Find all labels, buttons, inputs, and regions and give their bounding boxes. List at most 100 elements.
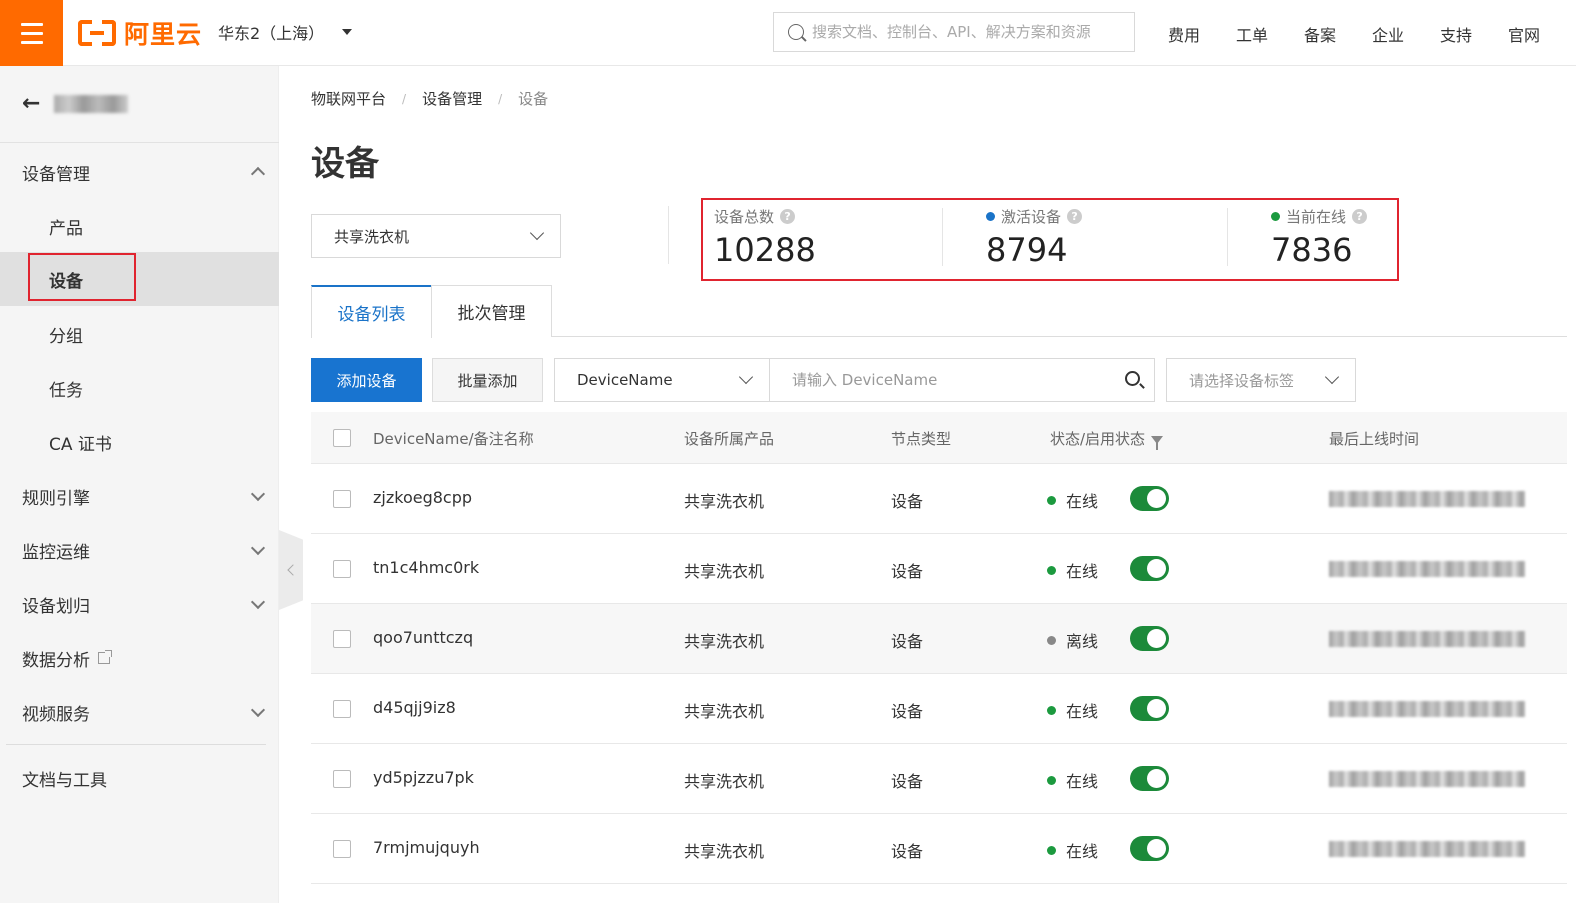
- stat-label: 当前在线: [1286, 208, 1347, 226]
- nav-support[interactable]: 支持: [1440, 22, 1508, 46]
- search-icon[interactable]: [1125, 371, 1140, 386]
- sidebar-group-docs-tools[interactable]: 文档与工具: [0, 751, 279, 805]
- enable-toggle[interactable]: [1130, 486, 1169, 511]
- sidebar-item-label: 任务: [49, 380, 83, 401]
- sidebar-item-products[interactable]: 产品: [0, 199, 279, 253]
- enable-toggle[interactable]: [1130, 696, 1169, 721]
- instance-name-redacted: [54, 94, 129, 113]
- top-bar: 阿里云 华东2（上海） 费用 工单 备案 企业 支持 官网: [0, 0, 1576, 66]
- enable-toggle[interactable]: [1130, 836, 1169, 861]
- table-header: DeviceName/备注名称 设备所属产品 节点类型 状态/启用状态 最后上线…: [311, 412, 1567, 464]
- chevron-down-icon: [250, 702, 266, 718]
- stat-label: 设备总数: [714, 208, 775, 226]
- product-link[interactable]: 共享洗衣机: [684, 698, 764, 722]
- device-name-link[interactable]: qoo7unttczq: [373, 628, 473, 647]
- node-type: 设备: [891, 702, 924, 721]
- device-search[interactable]: [769, 358, 1155, 402]
- device-name-link[interactable]: yd5pjzzu7pk: [373, 768, 474, 787]
- product-select-value: 共享洗衣机: [334, 227, 410, 246]
- filter-icon[interactable]: [1151, 435, 1164, 450]
- status-badge: 离线: [1047, 628, 1098, 652]
- top-nav: 费用 工单 备案 企业 支持 官网: [1168, 22, 1576, 46]
- row-checkbox[interactable]: [333, 770, 351, 788]
- sidebar-group-label: 数据分析: [22, 650, 90, 671]
- status-badge: 在线: [1047, 558, 1098, 582]
- page-title: 设备: [311, 144, 379, 184]
- enable-toggle[interactable]: [1130, 556, 1169, 581]
- sidebar-item-label: 产品: [49, 218, 83, 239]
- nav-billing[interactable]: 费用: [1168, 22, 1236, 46]
- help-icon[interactable]: ?: [780, 209, 796, 224]
- aliyun-logo[interactable]: 阿里云: [78, 16, 202, 50]
- product-link[interactable]: 共享洗衣机: [684, 768, 764, 792]
- nav-tickets[interactable]: 工单: [1236, 22, 1304, 46]
- chevron-down-icon: [250, 594, 266, 610]
- column-header-status: 状态/启用状态: [1050, 428, 1164, 450]
- breadcrumb-iot-platform[interactable]: 物联网平台: [311, 88, 386, 109]
- online-dot-icon: [1047, 705, 1056, 715]
- last-online-time-redacted: [1329, 631, 1525, 647]
- back-row[interactable]: ←: [22, 91, 129, 116]
- global-search[interactable]: [773, 12, 1135, 52]
- sidebar-item-ca-certificate[interactable]: CA 证书: [0, 415, 279, 469]
- sidebar-group-video-service[interactable]: 视频服务: [0, 685, 279, 739]
- help-icon[interactable]: ?: [1067, 209, 1083, 224]
- stat-value: 10288: [714, 231, 816, 269]
- online-dot-icon: [1047, 565, 1056, 575]
- product-link[interactable]: 共享洗衣机: [684, 488, 764, 512]
- select-all-checkbox[interactable]: [333, 429, 351, 447]
- device-tag-select[interactable]: 请选择设备标签: [1166, 358, 1356, 402]
- region-selector[interactable]: 华东2（上海）: [218, 20, 353, 44]
- breadcrumb: 物联网平台 / 设备管理 / 设备: [311, 88, 548, 109]
- row-checkbox[interactable]: [333, 700, 351, 718]
- sidebar-group-rules-engine[interactable]: 规则引擎: [0, 469, 279, 523]
- back-arrow-icon[interactable]: ←: [22, 91, 40, 116]
- row-checkbox[interactable]: [333, 630, 351, 648]
- sidebar-group-device-management[interactable]: 设备管理: [0, 145, 279, 199]
- product-link[interactable]: 共享洗衣机: [684, 558, 764, 582]
- breadcrumb-device-management[interactable]: 设备管理: [422, 88, 482, 109]
- device-name-link[interactable]: d45qjj9iz8: [373, 698, 456, 717]
- device-name-link[interactable]: 7rmjmujquyh: [373, 838, 480, 857]
- device-name-link[interactable]: zjzkoeg8cpp: [373, 488, 472, 507]
- activated-dot-icon: [986, 212, 995, 221]
- add-device-button[interactable]: 添加设备: [311, 358, 422, 402]
- sidebar-group-monitoring[interactable]: 监控运维: [0, 523, 279, 577]
- tab-device-list[interactable]: 设备列表: [311, 285, 432, 338]
- device-name-link[interactable]: tn1c4hmc0rk: [373, 558, 479, 577]
- enable-toggle[interactable]: [1130, 626, 1169, 651]
- device-search-input[interactable]: [792, 371, 1112, 389]
- row-checkbox[interactable]: [333, 560, 351, 578]
- stat-online-devices: 当前在线? 7836: [1271, 206, 1368, 269]
- table-row: tn1c4hmc0rk 共享洗衣机 设备 在线: [311, 534, 1567, 604]
- row-checkbox[interactable]: [333, 490, 351, 508]
- online-dot-icon: [1271, 212, 1280, 221]
- hamburger-menu-icon[interactable]: [0, 0, 63, 66]
- sidebar-item-groups[interactable]: 分组: [0, 307, 279, 361]
- table-row: 7rmjmujquyh 共享洗衣机 设备 在线: [311, 814, 1567, 884]
- sidebar-item-tasks[interactable]: 任务: [0, 361, 279, 415]
- nav-enterprise[interactable]: 企业: [1372, 22, 1440, 46]
- help-icon[interactable]: ?: [1352, 209, 1368, 224]
- enable-toggle[interactable]: [1130, 766, 1169, 791]
- node-type: 设备: [891, 492, 924, 511]
- product-select[interactable]: 共享洗衣机: [311, 214, 561, 258]
- sidebar-group-data-analysis[interactable]: 数据分析: [0, 631, 279, 685]
- global-search-input[interactable]: [812, 23, 1122, 41]
- last-online-time-redacted: [1329, 701, 1525, 717]
- nav-icp[interactable]: 备案: [1304, 22, 1372, 46]
- batch-add-button[interactable]: 批量添加: [432, 358, 543, 402]
- stat-label: 激活设备: [1001, 208, 1062, 226]
- tab-batch-management[interactable]: 批次管理: [431, 285, 552, 337]
- logo-text: 阿里云: [124, 20, 203, 49]
- device-tag-placeholder: 请选择设备标签: [1189, 371, 1295, 390]
- product-link[interactable]: 共享洗衣机: [684, 838, 764, 862]
- nav-official-site[interactable]: 官网: [1508, 22, 1576, 46]
- row-checkbox[interactable]: [333, 840, 351, 858]
- status-text: 在线: [1066, 842, 1099, 861]
- chevron-up-icon: [250, 166, 266, 182]
- sidebar-collapse-button[interactable]: [279, 530, 303, 610]
- product-link[interactable]: 共享洗衣机: [684, 628, 764, 652]
- sidebar-group-device-assignment[interactable]: 设备划归: [0, 577, 279, 631]
- search-field-select[interactable]: DeviceName: [554, 358, 770, 402]
